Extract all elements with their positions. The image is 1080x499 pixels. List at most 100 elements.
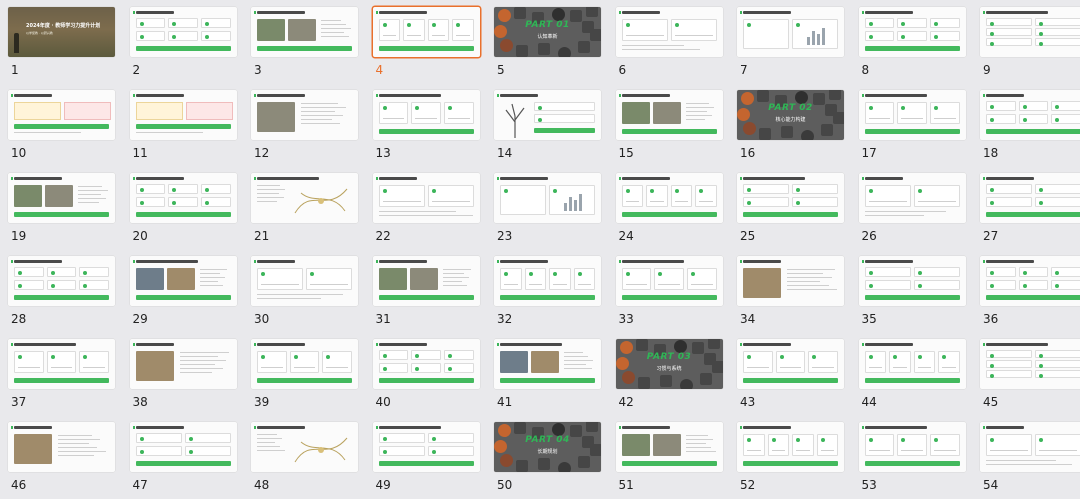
slide-36[interactable]: 36 (980, 256, 1080, 326)
slide-42[interactable]: PART 03 习惯与系统 42 (615, 339, 723, 409)
slide-28[interactable]: 28 (8, 256, 115, 326)
slide-39[interactable]: 39 (251, 339, 358, 409)
decorative-tile (578, 41, 590, 53)
slide-thumbnail (980, 256, 1080, 306)
highlight-bar (500, 295, 595, 300)
content-card (378, 433, 425, 443)
slide-number: 43 (740, 395, 756, 409)
slide-41[interactable]: 41 (494, 339, 601, 409)
slide-30[interactable]: 30 (251, 256, 358, 326)
slide-32[interactable]: 32 (494, 256, 601, 326)
slide-52[interactable]: 52 (737, 422, 844, 492)
content-card (14, 351, 44, 373)
slide-16[interactable]: PART 02 核心能力构建 16 (737, 90, 844, 160)
card-row (135, 433, 231, 443)
slide-15[interactable]: 15 (615, 90, 723, 160)
slide-22[interactable]: 22 (372, 173, 480, 243)
slide-7[interactable]: 7 (737, 7, 844, 77)
slide-thumbnail (494, 339, 601, 389)
slide-thumbnail (858, 422, 966, 472)
slide-44[interactable]: 44 (858, 339, 966, 409)
slide-27[interactable]: 27 (980, 173, 1080, 243)
slide-title-placeholder (14, 343, 76, 346)
slide-25[interactable]: 25 (737, 173, 844, 243)
slide-number: 41 (497, 395, 513, 409)
content-card (1018, 101, 1049, 111)
slide-title-placeholder (135, 11, 174, 14)
slide-46[interactable]: 46 (8, 422, 115, 492)
slide-19[interactable]: 19 (8, 173, 115, 243)
content-card (378, 363, 409, 373)
slide-5[interactable]: PART 01 认知革新 5 (494, 7, 601, 77)
slide-37[interactable]: 37 (8, 339, 115, 409)
content-card (1035, 38, 1080, 46)
slide-17[interactable]: 17 (858, 90, 966, 160)
slide-24[interactable]: 24 (615, 173, 723, 243)
title-accent (375, 94, 378, 97)
slide-14[interactable]: 14 (494, 90, 601, 160)
slide-21[interactable]: 21 (251, 173, 358, 243)
content-card (864, 31, 895, 41)
slide-title-placeholder (743, 260, 781, 263)
slide-number: 45 (983, 395, 999, 409)
card-row (534, 114, 595, 123)
slide-23[interactable]: 23 (494, 173, 601, 243)
slide-43[interactable]: 43 (737, 339, 844, 409)
slide-45[interactable]: 45 (980, 339, 1080, 409)
slide-3[interactable]: 3 (251, 7, 358, 77)
slide-47[interactable]: 47 (129, 422, 237, 492)
slide-10[interactable]: 10 (8, 90, 115, 160)
content-card (986, 280, 1016, 290)
slide-thumbnail (372, 339, 480, 389)
highlight-bar (500, 378, 595, 383)
slide-26[interactable]: 26 (858, 173, 966, 243)
slide-number: 21 (254, 229, 270, 243)
slide-thumbnail (737, 422, 844, 472)
slide-29[interactable]: 29 (129, 256, 237, 326)
slide-53[interactable]: 53 (858, 422, 966, 492)
content-card (135, 446, 182, 456)
content-card (378, 350, 409, 360)
card-row (378, 446, 474, 456)
slide-6[interactable]: 6 (615, 7, 723, 77)
slide-50[interactable]: PART 04 长期规划 50 (494, 422, 601, 492)
slide-38[interactable]: 38 (129, 339, 237, 409)
title-accent (497, 177, 499, 180)
slide-31[interactable]: 31 (372, 256, 480, 326)
slide-49[interactable]: 49 (372, 422, 480, 492)
slide-4[interactable]: 4 (372, 7, 480, 77)
slide-number: 24 (618, 229, 634, 243)
slide-number: 44 (861, 395, 877, 409)
photo-placeholder (45, 185, 73, 207)
content-card (135, 18, 166, 28)
slide-18[interactable]: 18 (980, 90, 1080, 160)
slide-number: 17 (861, 146, 877, 160)
slide-2[interactable]: 2 (129, 7, 237, 77)
content-card (443, 363, 474, 373)
decorative-tile (659, 375, 672, 387)
slide-20[interactable]: 20 (129, 173, 237, 243)
slide-35[interactable]: 35 (858, 256, 966, 326)
title-accent (983, 177, 985, 180)
slide-thumbnail (737, 256, 844, 306)
slide-48[interactable]: 48 (251, 422, 358, 492)
part-label: PART 04 (525, 435, 570, 445)
slide-33[interactable]: 33 (615, 256, 723, 326)
slide-11[interactable]: 11 (129, 90, 237, 160)
slide-12[interactable]: 12 (251, 90, 358, 160)
slide-13[interactable]: 13 (372, 90, 480, 160)
slide-51[interactable]: 51 (615, 422, 723, 492)
decorative-tile (558, 462, 571, 472)
slide-40[interactable]: 40 (372, 339, 480, 409)
slide-9[interactable]: 9 (980, 7, 1080, 77)
slide-1[interactable]: 2024年度 · 教师学习力提升计划 以学促教 · 以研兴教 1 (8, 7, 115, 77)
decorative-tile (514, 7, 526, 19)
slide-8[interactable]: 8 (858, 7, 966, 77)
slide-thumbnail (372, 90, 480, 140)
content-card (775, 351, 806, 373)
slide-34[interactable]: 34 (737, 256, 844, 326)
content-card (1035, 184, 1080, 194)
slide-54[interactable]: 54 (980, 422, 1080, 492)
slide-number: 40 (375, 395, 391, 409)
content-card (289, 351, 320, 373)
